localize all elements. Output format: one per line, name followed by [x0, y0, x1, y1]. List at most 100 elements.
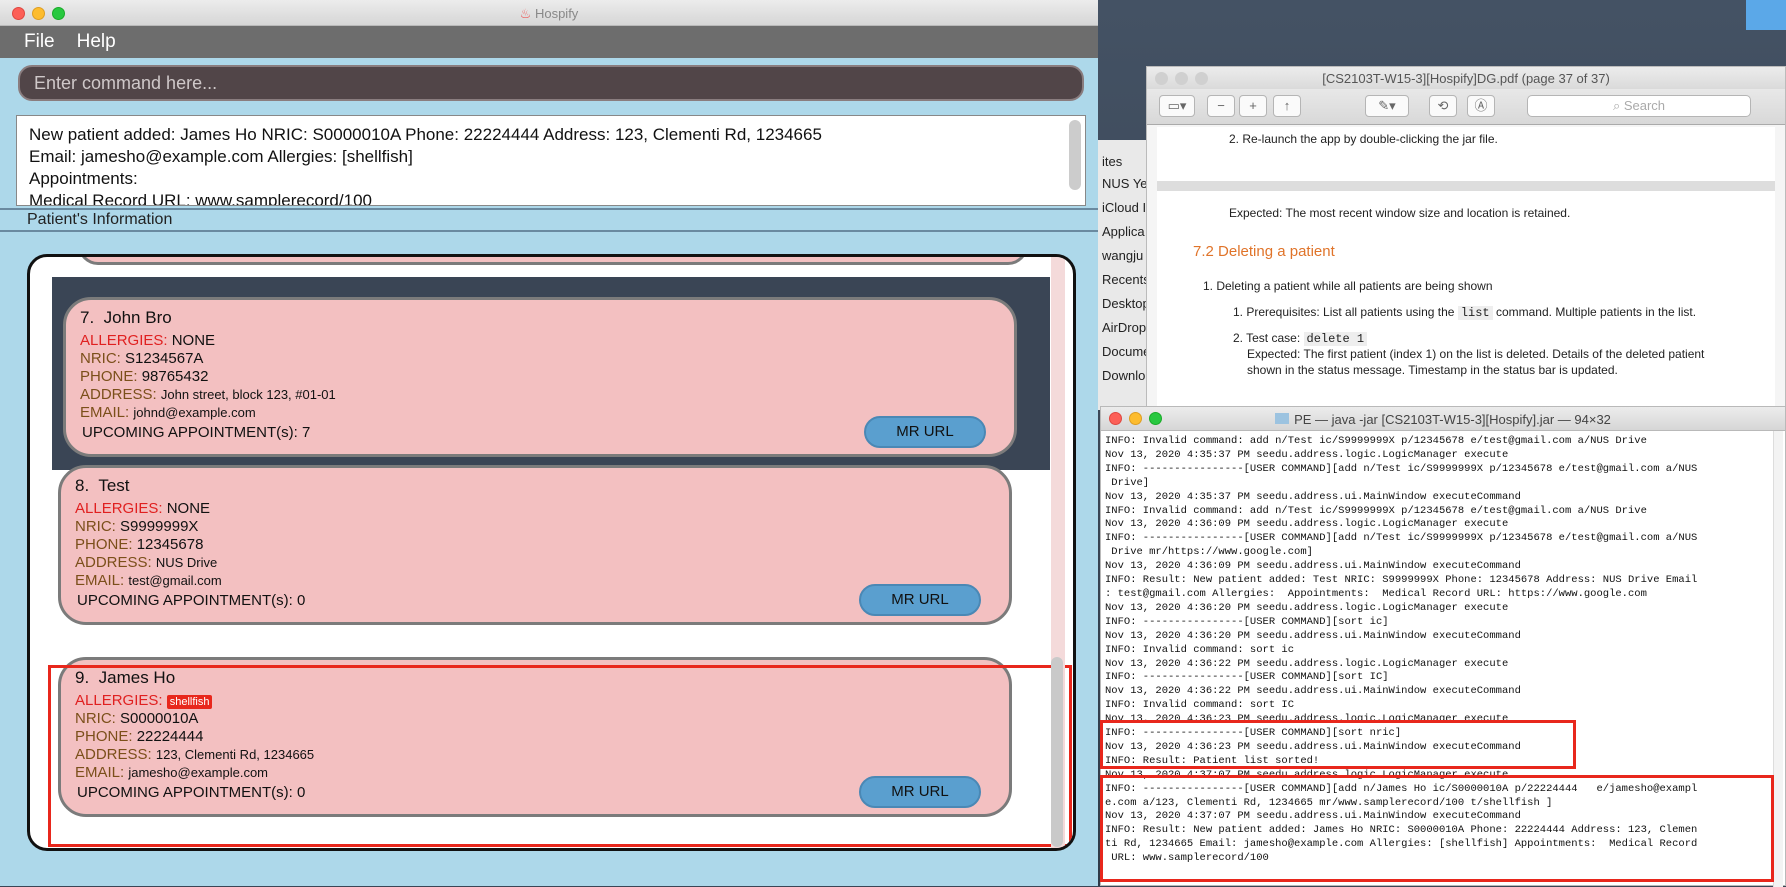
terminal-line: INFO: Invalid command: sort ic [1105, 643, 1295, 656]
hospify-window: ♨ Hospify File Help Enter command here..… [0, 0, 1098, 886]
rotate-icon[interactable]: ⟲ [1429, 95, 1457, 117]
pdf-preview-window: [CS2103T-W15-3][Hospify]DG.pdf (page 37 … [1146, 66, 1786, 412]
annotation-box [1100, 720, 1576, 769]
result-scrollbar[interactable] [1069, 120, 1081, 190]
terminal-line: Nov 13, 2020 4:36:09 PM seedu.address.ui… [1105, 560, 1521, 573]
appointments-row: UPCOMING APPOINTMENT(s): 7 [82, 424, 310, 441]
command-input[interactable]: Enter command here... [18, 65, 1084, 101]
zoom-out-icon[interactable]: − [1207, 95, 1235, 117]
terminal-line: Nov 13, 2020 4:35:37 PM seedu.address.ui… [1105, 490, 1521, 503]
finder-item[interactable]: wangju [1102, 248, 1143, 263]
pdf-text-part: 2. Test case: [1233, 331, 1301, 345]
pdf-title: [CS2103T-W15-3][Hospify]DG.pdf (page 37 … [1322, 71, 1610, 86]
section-label: Patient's Information [0, 208, 1098, 232]
finder-item[interactable]: Recents [1102, 272, 1150, 287]
result-line: Email: jamesho@example.com Allergies: [s… [29, 147, 413, 166]
patient-name: 7. John Bro [80, 308, 172, 328]
field-label: ADDRESS: [80, 386, 157, 403]
finder-item[interactable]: iCloud I [1102, 200, 1146, 215]
address-row: ADDRESS: NUS Drive [75, 554, 217, 571]
menu-file[interactable]: File [24, 31, 55, 53]
field-value: NONE [171, 332, 216, 349]
pdf-text: Expected: The most recent window size an… [1229, 206, 1571, 220]
result-line: Appointments: [29, 169, 138, 188]
zoom-in-icon[interactable]: + [1239, 95, 1267, 117]
patient-card[interactable]: 7. John Bro ALLERGIES: NONE NRIC: S12345… [63, 297, 1017, 457]
field-value: test@gmail.com [128, 573, 222, 588]
terminal-line: Nov 13, 2020 4:36:09 PM seedu.address.lo… [1105, 518, 1509, 531]
menu-bar: File Help [0, 26, 1098, 58]
field-label: EMAIL: [80, 404, 130, 421]
terminal-title-text: PE — java -jar [CS2103T-W15-3][Hospify].… [1294, 412, 1611, 427]
search-input[interactable]: ⌕ Search [1527, 95, 1751, 117]
finder-item[interactable]: Downlo [1102, 368, 1145, 383]
annotation-box [48, 665, 1072, 847]
terminal-line: Nov 13, 2020 4:36:20 PM seedu.address.ui… [1105, 629, 1521, 642]
patient-name-text: John Bro [103, 308, 172, 327]
finder-item[interactable]: NUS Ye [1102, 176, 1148, 191]
window-title: ♨ Hospify [0, 6, 1098, 22]
list-scrollbar-thumb[interactable] [1051, 657, 1063, 847]
mr-url-button[interactable]: MR URL [864, 416, 986, 448]
patient-list[interactable]: 7. John Bro ALLERGIES: NONE NRIC: S12345… [27, 254, 1076, 851]
pdf-text: 2. Test case: delete 1 [1233, 331, 1368, 346]
sidebar-toggle-icon[interactable]: ▭▾ [1159, 95, 1195, 117]
phone-row: PHONE: 12345678 [75, 536, 203, 553]
result-display[interactable]: New patient added: James Ho NRIC: S00000… [16, 115, 1086, 206]
field-label: ALLERGIES: [75, 500, 163, 517]
patient-index: 7. [80, 308, 95, 327]
terminal-title: PE — java -jar [CS2103T-W15-3][Hospify].… [1101, 412, 1785, 427]
app-icon: ♨ [519, 6, 535, 21]
field-value: NUS Drive [155, 555, 218, 570]
terminal-line: INFO: ----------------[USER COMMAND][sor… [1105, 615, 1389, 628]
phone-row: PHONE: 98765432 [80, 368, 208, 385]
menu-help[interactable]: Help [77, 31, 116, 53]
email-row: EMAIL: test@gmail.com [75, 572, 222, 589]
finder-item[interactable]: AirDrop [1102, 320, 1146, 335]
terminal-line: Nov 13, 2020 4:36:20 PM seedu.address.lo… [1105, 601, 1509, 614]
pdf-text: shown in the status message. Timestamp i… [1247, 363, 1618, 377]
annotate-icon[interactable]: Ⓐ [1467, 95, 1495, 117]
finder-item[interactable]: Applica [1102, 224, 1145, 239]
patient-card[interactable]: 8. Test ALLERGIES: NONE NRIC: S9999999X … [58, 465, 1012, 625]
pdf-text-part: 1. Prerequisites: List all patients usin… [1233, 305, 1455, 319]
terminal-line: INFO: Invalid command: sort IC [1105, 699, 1295, 712]
mr-url-button[interactable]: MR URL [859, 584, 981, 616]
terminal-line: Drive] [1105, 476, 1150, 489]
terminal-window: PE — java -jar [CS2103T-W15-3][Hospify].… [1100, 406, 1786, 887]
terminal-line: Drive mr/https://www.google.com] [1105, 546, 1313, 559]
command-box: Enter command here... [0, 58, 1098, 110]
desktop-icon[interactable] [1746, 0, 1786, 30]
terminal-line: INFO: ----------------[USER COMMAND][add… [1105, 462, 1698, 475]
pdf-text: 1. Deleting a patient while all patients… [1203, 279, 1493, 293]
finder-sidebar-header: ites [1102, 154, 1123, 169]
nric-row: NRIC: S1234567A [80, 350, 203, 367]
terminal-line: INFO: ----------------[USER COMMAND][add… [1105, 532, 1698, 545]
field-label: EMAIL: [75, 572, 125, 589]
pdf-titlebar: [CS2103T-W15-3][Hospify]DG.pdf (page 37 … [1147, 67, 1785, 89]
annotation-box [1100, 775, 1774, 882]
page-separator [1157, 181, 1775, 191]
finder-item[interactable]: Desktop [1102, 296, 1150, 311]
field-label: NRIC: [80, 350, 121, 367]
terminal-line: Nov 13, 2020 4:36:22 PM seedu.address.lo… [1105, 657, 1509, 670]
terminal-scrollbar[interactable] [1773, 431, 1783, 887]
address-row: ADDRESS: John street, block 123, #01-01 [80, 386, 336, 403]
finder-item[interactable]: Docume [1102, 344, 1150, 359]
share-icon[interactable]: ↑ [1273, 95, 1301, 117]
field-value: S9999999X [120, 518, 199, 535]
hospify-titlebar: ♨ Hospify [0, 0, 1098, 26]
pdf-text-part: command. Multiple patients in the list. [1495, 305, 1697, 319]
markup-icon[interactable]: ✎▾ [1365, 95, 1409, 117]
terminal-line: INFO: Result: New patient added: Test NR… [1105, 574, 1698, 587]
pdf-text: 2. Re-launch the app by double-clicking … [1229, 132, 1498, 146]
terminal-line: : test@gmail.com Allergies: Appointments… [1105, 587, 1647, 600]
pdf-text: 1. Prerequisites: List all patients usin… [1233, 305, 1696, 320]
search-placeholder: Search [1623, 98, 1666, 113]
pdf-code: list [1457, 306, 1493, 320]
terminal-titlebar: PE — java -jar [CS2103T-W15-3][Hospify].… [1101, 407, 1785, 431]
finder-sidebar: ites NUS Ye iCloud I Applica wangju Rece… [1098, 140, 1150, 410]
field-label: NRIC: [75, 518, 116, 535]
field-label: UPCOMING APPOINTMENT(s): [77, 592, 293, 609]
field-value: 0 [297, 592, 306, 609]
